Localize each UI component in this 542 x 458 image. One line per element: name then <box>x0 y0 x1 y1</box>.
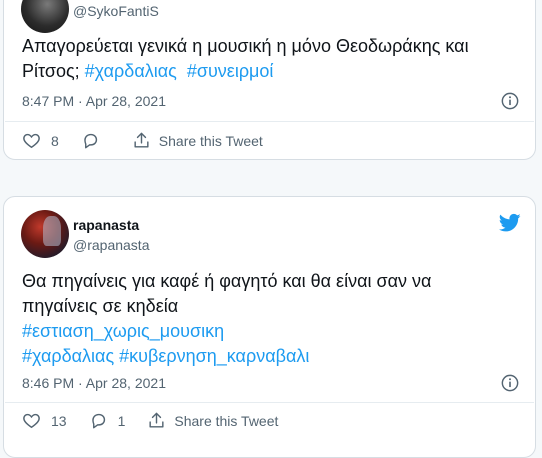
tweet-text: Θα πηγαίνεις για καφέ ή φαγητό και θα εί… <box>22 269 522 369</box>
hashtag-link[interactable]: #συνειρμοί <box>187 61 274 81</box>
share-icon <box>149 412 164 428</box>
hashtag-link[interactable]: #χαρδαλιας <box>85 61 177 81</box>
reply-button[interactable] <box>81 131 110 150</box>
tweet-timestamp[interactable]: 8:46 PM · Apr 28, 2021 <box>22 375 166 391</box>
author-handle[interactable]: @SykoFantiS <box>73 3 159 19</box>
avatar[interactable] <box>21 0 69 33</box>
info-icon[interactable] <box>501 374 519 392</box>
reply-count: 1 <box>117 412 126 429</box>
hashtag-link[interactable]: #χαρδαλιας <box>22 346 114 366</box>
tweet-timestamp[interactable]: 8:47 PM · Apr 28, 2021 <box>22 93 166 109</box>
tweet-actions: 8 Share this Tweet <box>22 131 285 150</box>
avatar[interactable] <box>21 210 69 258</box>
like-count: 8 <box>51 132 59 149</box>
tweet-text: Απαγορεύεται γενικά η μουσική η μόνο Θεο… <box>22 34 522 84</box>
hashtag-link[interactable]: #κυβερνηση_καρναβαλι <box>119 346 309 366</box>
share-button[interactable]: Share this Tweet <box>132 131 263 150</box>
share-label: Share this Tweet <box>158 132 263 149</box>
reply-icon <box>91 413 105 429</box>
twitter-bird-icon[interactable] <box>499 213 521 233</box>
like-count: 13 <box>51 412 67 429</box>
tweet-card[interactable]: rapanasta @rapanasta Θα πηγαίνεις για κα… <box>3 196 536 458</box>
hashtag-link[interactable]: #εστιαση_χωρις_μουσικη <box>22 321 224 341</box>
author-name[interactable]: rapanasta <box>73 217 139 233</box>
info-icon[interactable] <box>501 92 519 110</box>
heart-icon <box>23 133 40 149</box>
like-button[interactable]: 13 <box>22 411 67 430</box>
divider <box>5 121 534 122</box>
tweet-text-line: πηγαίνεις σε κηδεία <box>22 296 179 316</box>
share-icon <box>134 132 149 148</box>
like-button[interactable]: 8 <box>22 131 59 150</box>
reply-button[interactable]: 1 <box>89 411 126 430</box>
share-button[interactable]: Share this Tweet <box>147 411 278 430</box>
tweet-text-line: Θα πηγαίνεις για καφέ ή φαγητό και θα εί… <box>22 271 432 291</box>
share-label: Share this Tweet <box>174 412 279 429</box>
heart-icon <box>23 413 40 429</box>
author-handle[interactable]: @rapanasta <box>73 237 149 253</box>
reply-icon <box>84 133 97 149</box>
divider <box>5 402 534 403</box>
tweet-card[interactable]: @SykoFantiS Απαγορεύεται γενικά η μουσικ… <box>3 0 536 160</box>
tweet-actions: 13 1 Share this Tweet <box>22 411 300 430</box>
